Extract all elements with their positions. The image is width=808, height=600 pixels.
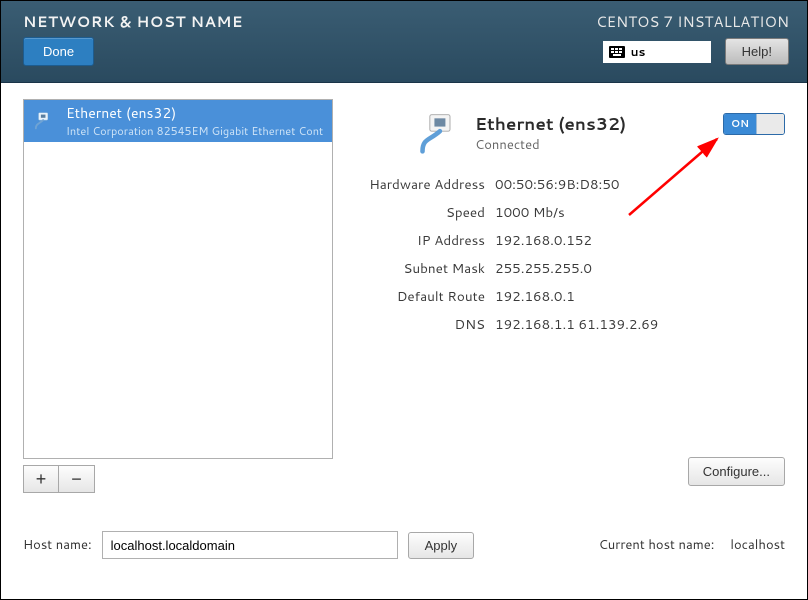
- mask-label: Subnet Mask: [361, 259, 485, 278]
- ip-label: IP Address: [361, 231, 485, 250]
- speed-value: 1000 Mb/s: [495, 203, 785, 222]
- route-label: Default Route: [361, 287, 485, 306]
- connection-toggle[interactable]: ON: [723, 113, 785, 135]
- apply-hostname-button[interactable]: Apply: [408, 532, 475, 559]
- device-description: Intel Corporation 82545EM Gigabit Ethern…: [66, 123, 324, 139]
- remove-device-button[interactable]: −: [59, 465, 95, 493]
- interface-title: Ethernet (ens32): [475, 112, 626, 136]
- hw-addr-value: 00:50:56:9B:D8:50: [495, 175, 785, 194]
- detail-pane: Ethernet (ens32) Connected ON Hardware A…: [361, 99, 785, 493]
- current-hostname-label: Current host name:: [599, 536, 715, 554]
- toggle-state-label: ON: [724, 114, 756, 134]
- installer-title: CENTOS 7 INSTALLATION: [596, 11, 789, 32]
- interface-info-grid: Hardware Address 00:50:56:9B:D8:50 Speed…: [361, 175, 785, 334]
- dns-value: 192.168.1.1 61.139.2.69: [495, 315, 785, 334]
- content-area: Ethernet (ens32) Intel Corporation 82545…: [1, 83, 807, 599]
- add-device-button[interactable]: +: [23, 465, 59, 493]
- device-list-panel: Ethernet (ens32) Intel Corporation 82545…: [23, 99, 333, 493]
- hw-addr-label: Hardware Address: [361, 175, 485, 194]
- mask-value: 255.255.255.0: [495, 259, 785, 278]
- speed-label: Speed: [361, 203, 485, 222]
- dns-label: DNS: [361, 315, 485, 334]
- device-list-item[interactable]: Ethernet (ens32) Intel Corporation 82545…: [24, 100, 332, 142]
- connection-status: Connected: [475, 136, 626, 154]
- hostname-label: Host name:: [23, 536, 92, 554]
- done-button[interactable]: Done: [23, 37, 94, 66]
- toggle-knob: [756, 114, 784, 134]
- keyboard-layout-text: us: [631, 43, 646, 60]
- route-value: 192.168.0.1: [495, 287, 785, 306]
- keyboard-layout-indicator[interactable]: us: [603, 41, 711, 63]
- hostname-input[interactable]: [102, 531, 398, 559]
- current-hostname-value: localhost: [730, 536, 785, 554]
- hostname-row: Host name: Apply Current host name: loca…: [23, 531, 785, 559]
- help-button[interactable]: Help!: [725, 38, 789, 65]
- ethernet-icon: [34, 110, 56, 132]
- ethernet-icon: [417, 111, 461, 155]
- configure-button[interactable]: Configure...: [688, 457, 785, 486]
- header-bar: NETWORK & HOST NAME CENTOS 7 INSTALLATIO…: [1, 1, 807, 83]
- device-name: Ethernet (ens32): [66, 103, 324, 123]
- device-list[interactable]: Ethernet (ens32) Intel Corporation 82545…: [23, 99, 333, 459]
- ip-value: 192.168.0.152: [495, 231, 785, 250]
- page-title: NETWORK & HOST NAME: [23, 11, 243, 32]
- keyboard-icon: [609, 46, 625, 58]
